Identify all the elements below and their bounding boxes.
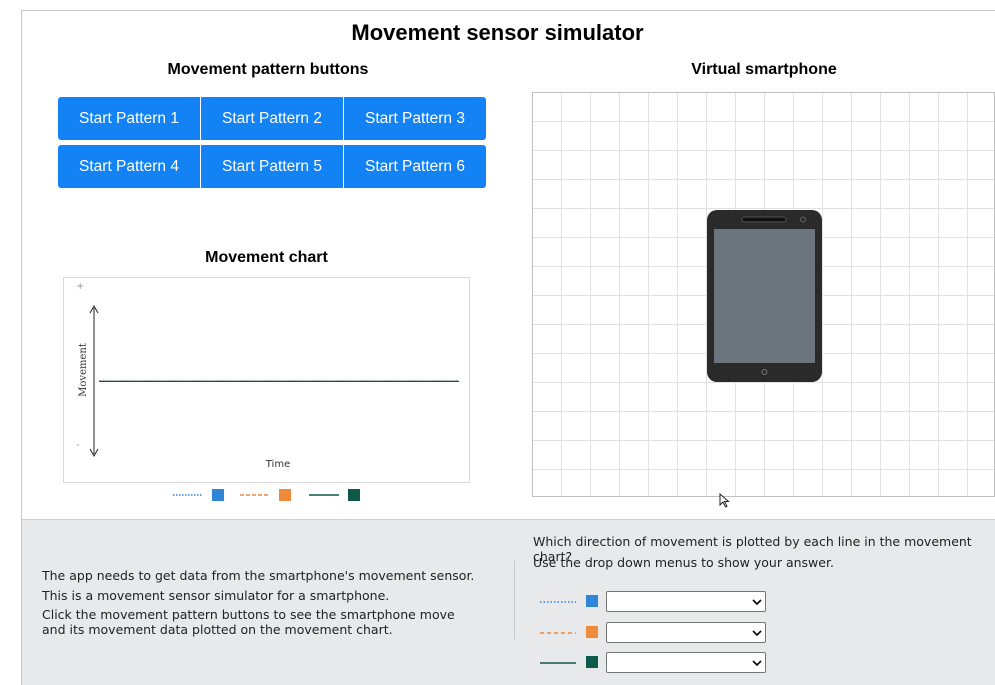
start-pattern-1-button[interactable]: Start Pattern 1 (58, 97, 200, 140)
start-pattern-5-button[interactable]: Start Pattern 5 (201, 145, 343, 188)
phone-section-title: Virtual smartphone (533, 61, 995, 79)
info-line-3: Click the movement pattern buttons to se… (42, 607, 482, 637)
start-pattern-3-button[interactable]: Start Pattern 3 (344, 97, 486, 140)
chart-legend (173, 487, 373, 503)
y-plus-label: + (76, 281, 84, 292)
legend-swatch-2 (279, 489, 291, 501)
start-pattern-6-button[interactable]: Start Pattern 6 (344, 145, 486, 188)
app-title: Movement sensor simulator (0, 20, 995, 46)
orange-dashed-line-icon (540, 622, 578, 644)
buttons-section-title: Movement pattern buttons (58, 61, 478, 79)
mouse-cursor-icon (719, 493, 731, 509)
blue-dotted-line-icon (540, 591, 578, 613)
pattern-button-grid: Start Pattern 1 Start Pattern 2 Start Pa… (58, 97, 486, 188)
chevron-down-icon (752, 628, 762, 638)
answer-row-orange (540, 622, 770, 644)
movement-chart: + - Movement Time (63, 277, 470, 483)
blue-line-direction-select[interactable] (606, 591, 766, 612)
start-pattern-4-button[interactable]: Start Pattern 4 (58, 145, 200, 188)
info-line-2: This is a movement sensor simulator for … (42, 588, 389, 603)
orange-line-direction-select[interactable] (606, 622, 766, 643)
y-minus-label: - (76, 440, 80, 451)
green-swatch (586, 656, 598, 668)
orange-swatch (586, 626, 598, 638)
y-axis-label: Movement (78, 343, 89, 397)
chart-title: Movement chart (63, 249, 470, 267)
panel-divider (514, 561, 515, 639)
smartphone-icon (706, 209, 823, 383)
green-line-direction-select[interactable] (606, 652, 766, 673)
question-instruction: Use the drop down menus to show your ans… (533, 555, 834, 570)
chevron-down-icon (752, 597, 762, 607)
x-axis-label: Time (265, 459, 290, 470)
chevron-down-icon (752, 658, 762, 668)
blue-swatch (586, 595, 598, 607)
legend-swatch-1 (212, 489, 224, 501)
chart-legend-svg (173, 487, 373, 503)
green-solid-line-icon (540, 652, 578, 674)
answer-row-green (540, 652, 770, 674)
info-line-1: The app needs to get data from the smart… (42, 568, 474, 583)
legend-swatch-3 (348, 489, 360, 501)
start-pattern-2-button[interactable]: Start Pattern 2 (201, 97, 343, 140)
movement-chart-svg: + - Movement Time (64, 278, 469, 482)
answer-row-blue (540, 591, 770, 613)
